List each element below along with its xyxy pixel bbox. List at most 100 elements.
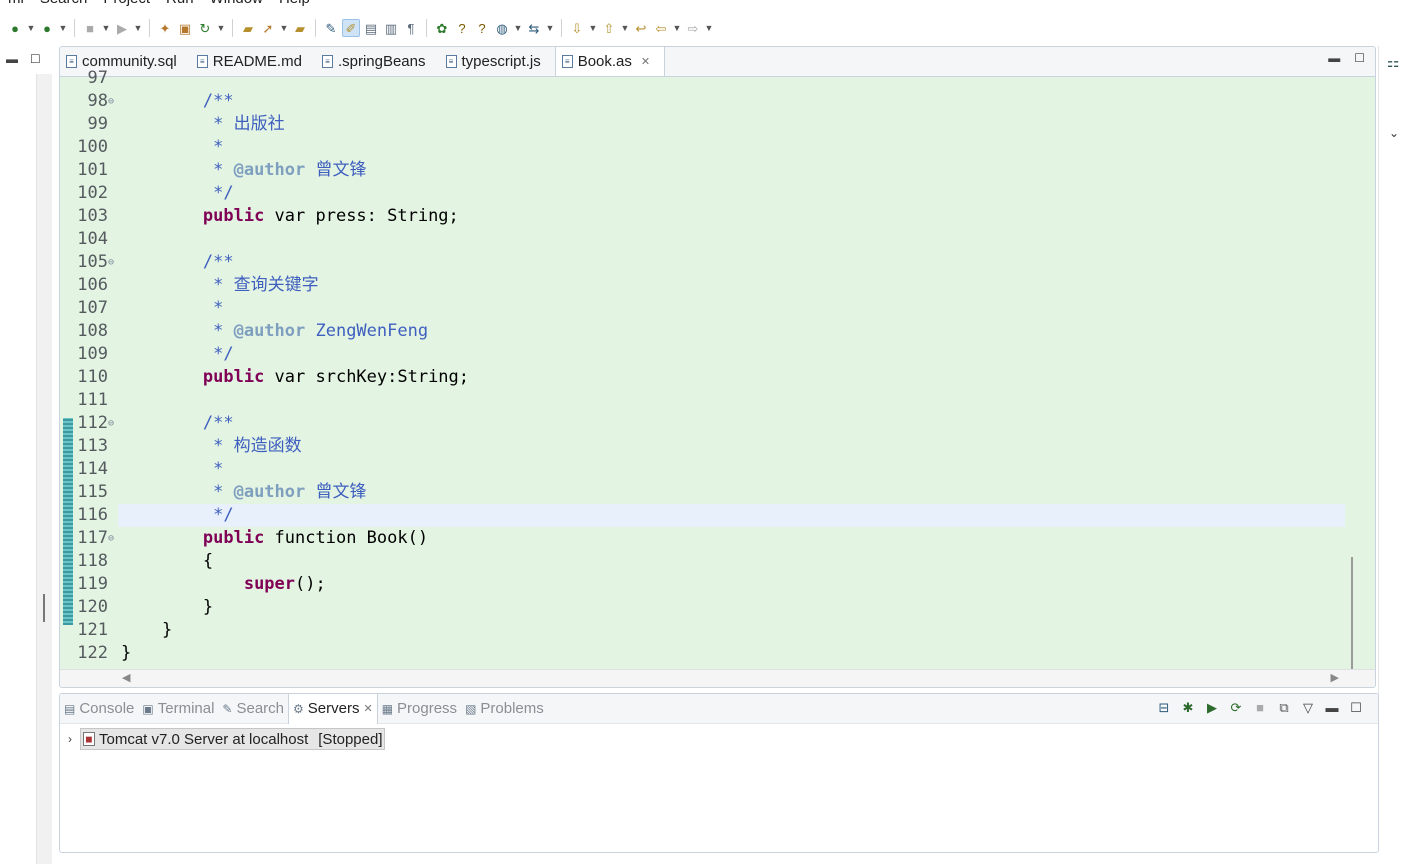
server-row[interactable]: › ◼ Tomcat v7.0 Server at localhost [Sto… [68, 728, 386, 750]
stop-server-icon[interactable]: ■ [1252, 700, 1268, 716]
debug-server-icon[interactable]: ✱ [1180, 700, 1196, 716]
code-editor[interactable]: 97 98 ⊖ /** 99 * 出版社 100 * 101 * @author 曾文锋 1… [60, 68, 1375, 681]
menu-project[interactable]: Project [95, 0, 158, 10]
next-annotation-icon[interactable]: ⇩ [568, 19, 586, 37]
open-resource-icon[interactable]: ▰ [291, 19, 309, 37]
chevron-down-icon[interactable]: ▼ [216, 19, 226, 37]
code-line: 121 } [60, 619, 1375, 642]
chevron-down-icon[interactable]: ⌄ [1389, 126, 1399, 140]
chevron-down-icon[interactable]: ▼ [620, 19, 630, 37]
bottom-tab-progress[interactable]: ▦ Progress [378, 694, 461, 724]
highlight-icon[interactable]: ✐ [342, 19, 360, 37]
close-icon[interactable]: ✕ [363, 702, 372, 715]
chevron-down-icon[interactable]: ▼ [672, 19, 682, 37]
line-number: 106 [77, 275, 108, 295]
code-line: 103 public var press: String; [60, 205, 1375, 228]
horizontal-scrollbar[interactable]: ◀ ▶ [60, 669, 1375, 687]
maximize-icon[interactable]: ☐ [1348, 700, 1364, 716]
bottom-tab-terminal[interactable]: ▣ Terminal [138, 694, 218, 724]
chevron-down-icon[interactable]: ▼ [513, 19, 523, 37]
sync-icon[interactable]: ⇆ [525, 19, 543, 37]
menu-ml[interactable]: ml [0, 0, 32, 10]
menu-help[interactable]: Help [271, 0, 318, 10]
fold-icon[interactable]: ⊖ [108, 527, 114, 550]
outline-icon[interactable]: ⚏ [1387, 54, 1400, 71]
forward-icon[interactable]: ⇨ [684, 19, 702, 37]
run-icon[interactable]: ● [38, 19, 56, 37]
chevron-down-icon[interactable]: ▼ [58, 19, 68, 37]
last-edit-icon[interactable]: ↩ [632, 19, 650, 37]
scroll-left-icon[interactable]: ◀ [122, 671, 130, 684]
bottom-tab-problems[interactable]: ▧ Problems [461, 694, 548, 724]
new-project-icon[interactable]: ✦ [156, 19, 174, 37]
chevron-down-icon[interactable]: ▼ [704, 19, 714, 37]
minimize-icon[interactable]: ▬ [1324, 700, 1340, 716]
bottom-tab-console[interactable]: ▤ Console [60, 694, 138, 724]
menu-run[interactable]: Run [158, 0, 202, 10]
tomcat-server-icon: ◼ [83, 732, 95, 746]
close-icon[interactable]: ✕ [641, 55, 650, 68]
minimize-icon[interactable]: ▬ [6, 52, 18, 66]
block-select-icon[interactable]: ▥ [382, 19, 400, 37]
package-icon[interactable]: ▣ [176, 19, 194, 37]
markdown-file-icon: ≡ [196, 54, 208, 68]
chevron-down-icon[interactable]: ▼ [101, 19, 111, 37]
code-text: * [121, 298, 224, 318]
code-line: 116 */ [60, 504, 1375, 527]
whitespace-icon[interactable]: ¶ [402, 19, 420, 37]
pin-icon[interactable]: ✎ [322, 19, 340, 37]
globe-icon[interactable]: ◍ [493, 19, 511, 37]
deploy-icon[interactable]: ➚ [259, 19, 277, 37]
stop-icon[interactable]: ■ [81, 19, 99, 37]
servers-icon: ⚙ [293, 701, 304, 716]
line-number: 121 [77, 620, 108, 640]
toolbar-separator [315, 19, 316, 37]
refresh-icon[interactable]: ↻ [196, 19, 214, 37]
prev-annotation-icon[interactable]: ⇧ [600, 19, 618, 37]
vertical-scrollbar[interactable] [1351, 557, 1353, 681]
bottom-tab-search[interactable]: ✎ Search [218, 694, 288, 724]
fold-icon[interactable]: ⊖ [108, 412, 114, 435]
line-number: 109 [77, 344, 108, 364]
tab-label: Search [236, 700, 285, 717]
chevron-down-icon[interactable]: ▼ [279, 19, 289, 37]
line-number: 118 [77, 551, 108, 571]
chevron-down-icon[interactable]: ▼ [133, 19, 143, 37]
maximize-icon[interactable]: ☐ [1354, 51, 1365, 65]
scroll-right-icon[interactable]: ▶ [1331, 671, 1339, 684]
help-icon[interactable]: ? [453, 19, 471, 37]
debug-icon[interactable]: ● [6, 19, 24, 37]
fold-icon[interactable]: ⊖ [108, 251, 114, 274]
server-entry[interactable]: ◼ Tomcat v7.0 Server at localhost [Stopp… [80, 728, 386, 750]
publish-icon[interactable]: ⧉ [1276, 700, 1292, 716]
back-icon[interactable]: ⇦ [652, 19, 670, 37]
menu-search[interactable]: Search [32, 0, 96, 10]
code-text: * 出版社 [121, 114, 285, 134]
code-line: 113 * 构造函数 [60, 435, 1375, 458]
fold-icon[interactable]: ⊖ [108, 90, 114, 113]
minimize-icon[interactable]: ▬ [1328, 51, 1340, 65]
code-lines: 97 98 ⊖ /** 99 * 出版社 100 * 101 * @author 曾文锋 1… [60, 67, 1375, 665]
code-text: * 构造函数 [121, 436, 302, 456]
disconnect-icon[interactable]: ▶ [113, 19, 131, 37]
bottom-tab-servers[interactable]: ⚙ Servers ✕ [288, 694, 378, 724]
toggle-mark-icon[interactable]: ▤ [362, 19, 380, 37]
chevron-down-icon[interactable]: ▼ [545, 19, 555, 37]
tab-label: Servers [307, 700, 360, 717]
chevron-down-icon[interactable]: ▼ [26, 19, 36, 37]
expand-arrow-icon[interactable]: › [68, 732, 72, 746]
line-number: 101 [77, 160, 108, 180]
code-text: * @author ZengWenFeng [121, 321, 429, 341]
code-text: public var press: String; [202, 206, 459, 226]
profile-server-icon[interactable]: ⟳ [1228, 700, 1244, 716]
bug-icon[interactable]: ✿ [433, 19, 451, 37]
view-menu-icon[interactable]: ▽ [1300, 700, 1316, 716]
collapse-icon[interactable]: ⊟ [1156, 700, 1172, 716]
question-icon[interactable]: ? [473, 19, 491, 37]
chevron-down-icon[interactable]: ▼ [588, 19, 598, 37]
menu-window[interactable]: Window [202, 0, 271, 10]
open-folder-icon[interactable]: ▰ [239, 19, 257, 37]
maximize-icon[interactable]: ☐ [30, 52, 41, 66]
sash-handle[interactable] [43, 594, 45, 622]
start-server-icon[interactable]: ▶ [1204, 700, 1220, 716]
